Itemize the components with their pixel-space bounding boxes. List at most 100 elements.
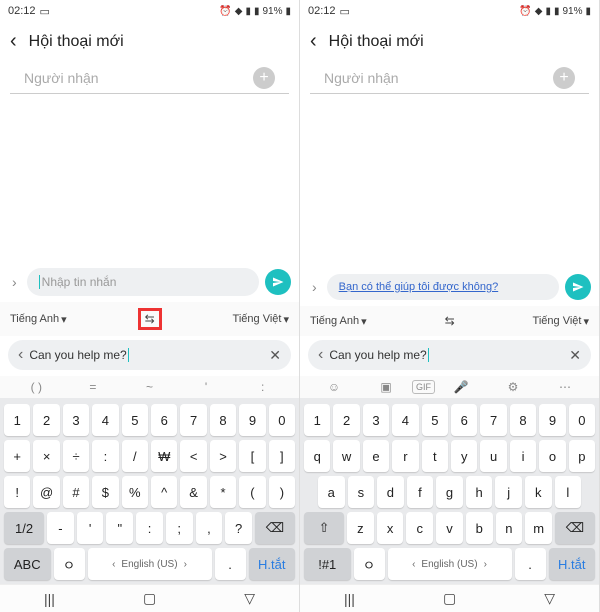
key-2[interactable]: 2 xyxy=(33,404,59,436)
add-recipient-button[interactable]: + xyxy=(553,67,575,89)
key[interactable]: ' xyxy=(77,512,104,544)
translate-input[interactable]: ‹ Can you help me? ✕ xyxy=(308,340,591,370)
send-button[interactable] xyxy=(265,269,291,295)
key-0[interactable]: 0 xyxy=(269,404,295,436)
tool-colon[interactable]: : xyxy=(234,380,291,394)
key-o[interactable]: o xyxy=(539,440,565,472)
target-lang[interactable]: Tiếng Việt ▾ xyxy=(533,315,589,328)
key-i[interactable]: i xyxy=(510,440,536,472)
key-7[interactable]: 7 xyxy=(480,404,506,436)
key[interactable]: # xyxy=(63,476,89,508)
nav-recents[interactable]: ||| xyxy=(344,591,355,607)
key[interactable]: , xyxy=(196,512,223,544)
tool-eq[interactable]: = xyxy=(65,380,122,394)
nav-recents[interactable]: ||| xyxy=(44,591,55,607)
nav-back[interactable]: ▽ xyxy=(244,590,255,607)
key-mode[interactable]: 1/2 xyxy=(4,512,44,544)
key[interactable]: : xyxy=(136,512,163,544)
key-w[interactable]: w xyxy=(333,440,359,472)
send-button[interactable] xyxy=(565,274,591,300)
key-a[interactable]: a xyxy=(318,476,345,508)
tool-tilde[interactable]: ~ xyxy=(121,380,178,394)
key-8[interactable]: 8 xyxy=(510,404,536,436)
key-0[interactable]: 0 xyxy=(569,404,595,436)
key-3[interactable]: 3 xyxy=(363,404,389,436)
key[interactable]: " xyxy=(106,512,133,544)
more-icon[interactable]: ⋯ xyxy=(539,380,591,394)
key-b[interactable]: b xyxy=(466,512,493,544)
key-z[interactable]: z xyxy=(347,512,374,544)
source-lang[interactable]: Tiếng Anh ▾ xyxy=(310,315,367,328)
key-s[interactable]: s xyxy=(348,476,375,508)
key[interactable]: × xyxy=(33,440,59,472)
add-recipient-button[interactable]: + xyxy=(253,67,275,89)
key[interactable]: ? xyxy=(225,512,252,544)
back-icon[interactable]: ‹ xyxy=(10,30,17,53)
backspace-key[interactable]: ⌫ xyxy=(255,512,295,544)
clear-icon[interactable]: ✕ xyxy=(569,347,581,364)
key-f[interactable]: f xyxy=(407,476,434,508)
emoji-icon[interactable]: ☺ xyxy=(308,380,360,394)
key[interactable]: ! xyxy=(4,476,30,508)
key[interactable]: ^ xyxy=(151,476,177,508)
key[interactable]: $ xyxy=(92,476,118,508)
source-lang[interactable]: Tiếng Anh ▾ xyxy=(10,313,67,326)
recipient-field[interactable]: Người nhận + xyxy=(10,61,289,94)
key[interactable]: ) xyxy=(269,476,295,508)
key-u[interactable]: u xyxy=(480,440,506,472)
key-htat[interactable]: H.tắt xyxy=(249,548,296,580)
key[interactable]: - xyxy=(47,512,74,544)
key[interactable]: ; xyxy=(166,512,193,544)
tool-paren[interactable]: ( ) xyxy=(8,380,65,394)
key[interactable]: @ xyxy=(33,476,59,508)
key-3[interactable]: 3 xyxy=(63,404,89,436)
key-1[interactable]: 1 xyxy=(304,404,330,436)
key-mode[interactable]: !#1 xyxy=(304,548,351,580)
key[interactable]: ÷ xyxy=(63,440,89,472)
key[interactable]: < xyxy=(180,440,206,472)
key-6[interactable]: 6 xyxy=(451,404,477,436)
key-n[interactable]: n xyxy=(496,512,523,544)
back-icon[interactable]: ‹ xyxy=(310,30,317,53)
key-j[interactable]: j xyxy=(495,476,522,508)
key-2[interactable]: 2 xyxy=(333,404,359,436)
key[interactable]: > xyxy=(210,440,236,472)
key-m[interactable]: m xyxy=(525,512,552,544)
target-lang[interactable]: Tiếng Việt ▾ xyxy=(233,313,289,326)
key[interactable]: & xyxy=(180,476,206,508)
key-v[interactable]: v xyxy=(436,512,463,544)
swap-lang-button[interactable]: ⇆ xyxy=(439,312,461,330)
shift-key[interactable]: ⇧ xyxy=(304,512,344,544)
nav-home[interactable]: ▢ xyxy=(443,590,456,607)
key-q[interactable]: q xyxy=(304,440,330,472)
chevron-left-icon[interactable]: ‹ xyxy=(318,346,323,364)
settings-icon[interactable]: ⚙ xyxy=(487,380,539,394)
key-9[interactable]: 9 xyxy=(539,404,565,436)
chevron-left-icon[interactable]: ‹ xyxy=(18,346,23,364)
mic-icon[interactable]: 🎤 xyxy=(435,380,487,394)
key-t[interactable]: t xyxy=(422,440,448,472)
swap-lang-button[interactable]: ⇆ xyxy=(138,308,162,330)
nav-back[interactable]: ▽ xyxy=(544,590,555,607)
key-8[interactable]: 8 xyxy=(210,404,236,436)
key-comma[interactable]: ㅇ xyxy=(54,548,85,580)
key[interactable]: ₩ xyxy=(151,440,177,472)
message-input[interactable]: Bạn có thể giúp tôi được không? xyxy=(327,274,559,300)
expand-icon[interactable]: › xyxy=(308,279,321,295)
key-dot[interactable]: . xyxy=(215,548,246,580)
expand-icon[interactable]: › xyxy=(8,274,21,290)
translate-input[interactable]: ‹ Can you help me? ✕ xyxy=(8,340,291,370)
key[interactable]: ] xyxy=(269,440,295,472)
key-p[interactable]: p xyxy=(569,440,595,472)
key-4[interactable]: 4 xyxy=(92,404,118,436)
backspace-key[interactable]: ⌫ xyxy=(555,512,595,544)
key[interactable]: * xyxy=(210,476,236,508)
key-l[interactable]: l xyxy=(555,476,582,508)
nav-home[interactable]: ▢ xyxy=(143,590,156,607)
clear-icon[interactable]: ✕ xyxy=(269,347,281,364)
gif-icon[interactable]: GIF xyxy=(412,380,435,394)
key-dot[interactable]: . xyxy=(515,548,546,580)
message-input[interactable]: Nhập tin nhắn xyxy=(27,268,259,296)
key-d[interactable]: d xyxy=(377,476,404,508)
key-r[interactable]: r xyxy=(392,440,418,472)
